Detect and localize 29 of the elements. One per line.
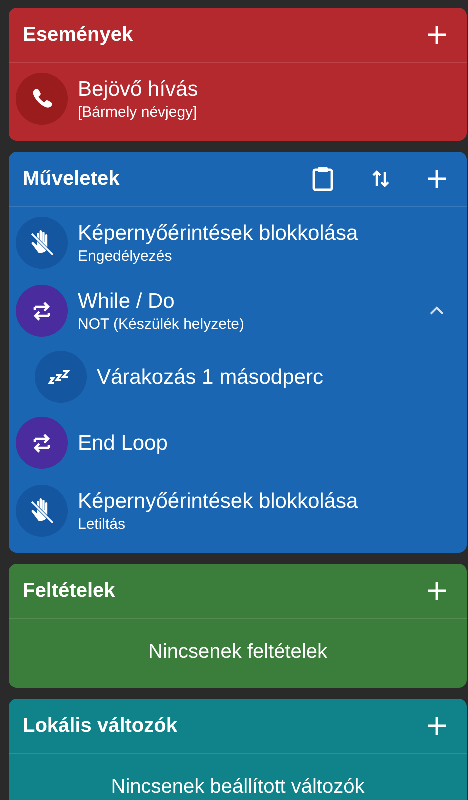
section-title: Feltételek xyxy=(23,580,116,602)
repeat-icon[interactable] xyxy=(16,285,68,337)
section-title: Események xyxy=(23,24,134,46)
section-title: Lokális változók xyxy=(23,714,178,738)
action-subtitle: Engedélyezés xyxy=(78,246,174,266)
action-title: Képernyőérintések blokkolása xyxy=(78,220,360,246)
action-title: Bejövő hívás xyxy=(78,76,200,102)
hand-icon[interactable] xyxy=(16,217,68,269)
sleep-icon[interactable] xyxy=(35,351,87,403)
action-title: End Loop xyxy=(78,430,169,456)
sort-icon[interactable] xyxy=(372,168,390,190)
chevron-icon[interactable] xyxy=(429,306,445,316)
add-icon[interactable] xyxy=(428,717,446,735)
action-title: Várakozás 1 másodperc xyxy=(97,364,324,390)
section-title: Műveletek xyxy=(23,168,120,190)
action-subtitle: Letiltás xyxy=(78,514,127,534)
phone-icon[interactable] xyxy=(16,73,68,125)
add-icon[interactable] xyxy=(428,26,446,44)
action-title: Képernyőérintések blokkolása xyxy=(78,488,360,514)
repeat-icon[interactable] xyxy=(16,417,68,469)
add-icon[interactable] xyxy=(428,170,446,188)
action-subtitle: NOT (Készülék helyzete) xyxy=(78,314,246,334)
empty-message: Nincsenek feltételek xyxy=(148,640,328,665)
action-title: While / Do xyxy=(78,288,176,314)
clipboard-icon[interactable] xyxy=(312,166,334,192)
empty-message: Nincsenek beállított változók xyxy=(110,775,366,800)
hand-icon[interactable] xyxy=(16,485,68,537)
add-icon[interactable] xyxy=(428,582,446,600)
action-subtitle: [Bármely névjegy] xyxy=(78,102,198,122)
